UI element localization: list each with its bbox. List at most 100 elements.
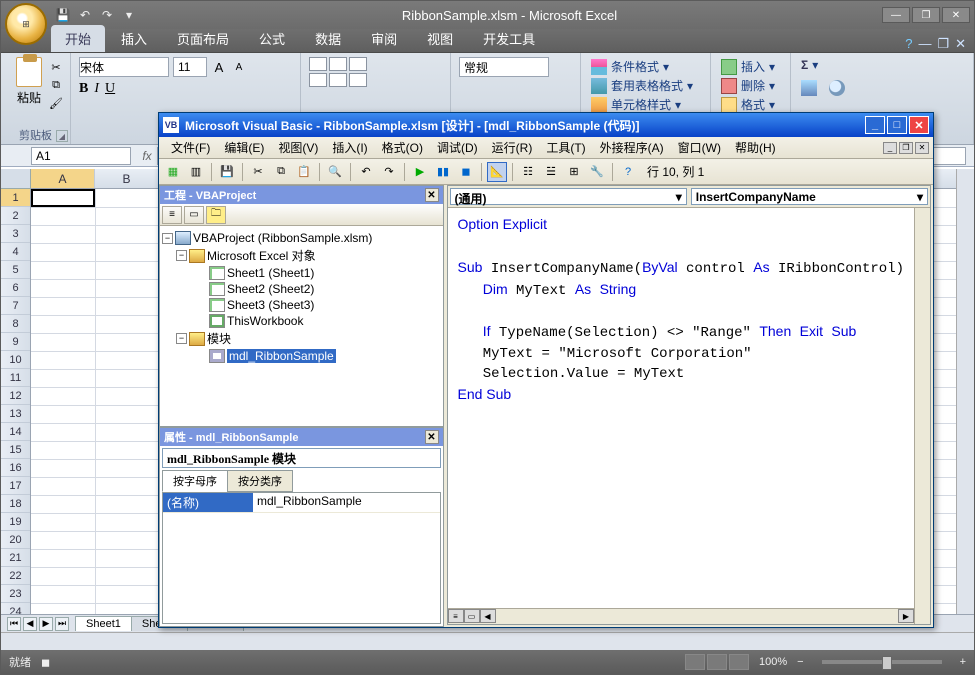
excel-maximize-button[interactable]: ❐ [912,7,940,23]
font-size-input[interactable] [173,57,207,77]
vbe-close-button[interactable]: ✕ [909,116,929,134]
row-header[interactable]: 14 [1,423,30,441]
row-header[interactable]: 6 [1,279,30,297]
project-tree[interactable]: −VBAProject (RibbonSample.xlsm)−Microsof… [160,226,443,426]
tree-node[interactable]: −模块 [162,329,441,348]
col-header[interactable]: A [31,169,95,188]
sheet-nav-button[interactable]: ▶ [39,617,53,631]
bold-button[interactable]: B [79,81,88,97]
row-header[interactable]: 13 [1,405,30,423]
vbe-menu-item[interactable]: 格式(O) [376,137,429,158]
vbe-titlebar[interactable]: VB Microsoft Visual Basic - RibbonSample… [159,113,933,137]
project-explorer-close-icon[interactable]: ✕ [425,188,439,202]
tree-node[interactable]: ThisWorkbook [162,313,441,329]
row-header[interactable]: 23 [1,585,30,603]
full-module-view-icon[interactable]: ▭ [464,609,480,623]
row-header[interactable]: 8 [1,315,30,333]
row-header[interactable]: 5 [1,261,30,279]
properties-object-combo[interactable]: mdl_RibbonSample 模块 [162,448,441,468]
sheet-tab[interactable]: Sheet1 [75,616,132,631]
doc-close-button[interactable]: ✕ [955,36,966,52]
tree-node[interactable]: Sheet2 (Sheet2) [162,281,441,297]
format-painter-icon[interactable]: 🖌 [48,95,64,111]
ribbon-tab-5[interactable]: 审阅 [357,25,411,52]
zoom-slider[interactable] [822,660,942,664]
vbe-menu-item[interactable]: 工具(T) [540,137,591,158]
grow-font-icon[interactable]: A [211,59,227,75]
align-buttons[interactable] [309,57,442,87]
row-headers[interactable]: 123456789101112131415161718192021222324 [1,189,31,614]
row-header[interactable]: 3 [1,225,30,243]
ribbon-tab-2[interactable]: 页面布局 [163,25,243,52]
code-editor[interactable]: Option Explicit Sub InsertCompanyName(By… [448,208,915,608]
office-button[interactable]: ⊞ [5,3,47,45]
row-header[interactable]: 19 [1,513,30,531]
sort-filter-button[interactable] [799,79,819,97]
properties-tab[interactable]: 按分类序 [227,470,293,492]
toggle-folders-icon[interactable]: 🗀 [206,206,226,224]
row-header[interactable]: 9 [1,333,30,351]
vbe-menu-item[interactable]: 外接程序(A) [594,137,670,158]
find-select-button[interactable] [827,79,847,97]
save-icon[interactable]: 💾 [217,162,237,182]
col-header[interactable]: B [95,169,159,188]
clipboard-dialog-icon[interactable]: ◢ [56,130,68,142]
insert-module-icon[interactable]: ▥ [186,162,206,182]
row-header[interactable]: 7 [1,297,30,315]
tree-node[interactable]: −VBAProject (RibbonSample.xlsm) [162,230,441,246]
vbe-menu-item[interactable]: 插入(I) [326,137,373,158]
cut-icon[interactable]: ✂ [248,162,268,182]
insert-cells-button[interactable]: 插入▾ [719,57,782,76]
ribbon-tab-6[interactable]: 视图 [413,25,467,52]
view-code-icon[interactable]: ≡ [162,206,182,224]
properties-grid[interactable]: (名称)mdl_RibbonSample [162,492,441,624]
vbe-menu-item[interactable]: 文件(F) [165,137,216,158]
conditional-format-button[interactable]: 条件格式▾ [589,57,702,76]
sheet-nav-button[interactable]: ⏭ [55,617,69,631]
ribbon-tab-4[interactable]: 数据 [301,25,355,52]
tree-node[interactable]: Sheet1 (Sheet1) [162,265,441,281]
tree-node[interactable]: Sheet3 (Sheet3) [162,297,441,313]
undo-icon[interactable]: ↶ [356,162,376,182]
number-format-input[interactable] [459,57,549,77]
view-object-icon[interactable]: ▭ [184,206,204,224]
row-header[interactable]: 21 [1,549,30,567]
page-layout-view-button[interactable] [707,654,727,670]
vertical-scrollbar[interactable] [956,169,974,614]
vbe-maximize-button[interactable]: □ [887,116,907,134]
delete-cells-button[interactable]: 删除▾ [719,76,782,95]
cut-icon[interactable]: ✂ [48,59,64,75]
break-icon[interactable]: ▮▮ [433,162,453,182]
select-all-corner[interactable] [1,169,31,189]
design-mode-icon[interactable]: 📐 [487,162,507,182]
paste-icon[interactable]: 📋 [294,162,314,182]
mdi-close-button[interactable]: ✕ [915,142,929,154]
autosum-button[interactable]: Σ▾ [799,57,965,73]
row-header[interactable]: 2 [1,207,30,225]
italic-button[interactable]: I [94,81,99,97]
properties-close-icon[interactable]: ✕ [425,430,439,444]
name-box-input[interactable] [31,147,131,165]
run-icon[interactable]: ▶ [410,162,430,182]
undo-icon[interactable]: ↶ [77,7,93,23]
code-vertical-scrollbar[interactable] [914,208,930,624]
vbe-menu-item[interactable]: 窗口(W) [672,137,727,158]
code-horizontal-scrollbar[interactable]: ≡ ▭ ◀▶ [448,608,915,624]
row-header[interactable]: 16 [1,459,30,477]
qat-dropdown-icon[interactable]: ▾ [121,7,137,23]
row-header[interactable]: 1 [1,189,30,207]
procedure-view-icon[interactable]: ≡ [448,609,464,623]
doc-minimize-button[interactable]: — [918,36,931,52]
vbe-menu-item[interactable]: 调试(D) [431,137,484,158]
excel-close-button[interactable]: ✕ [942,7,970,23]
row-header[interactable]: 12 [1,387,30,405]
excel-minimize-button[interactable]: — [882,7,910,23]
procedure-combo[interactable]: InsertCompanyName ▾ [691,188,928,205]
normal-view-button[interactable] [685,654,705,670]
mdi-minimize-button[interactable]: _ [883,142,897,154]
project-explorer-icon[interactable]: ☷ [518,162,538,182]
fx-icon[interactable]: fx [137,149,157,163]
zoom-level[interactable]: 100% [759,656,787,668]
object-combo[interactable]: (通用) ▾ [450,188,687,205]
row-header[interactable]: 10 [1,351,30,369]
